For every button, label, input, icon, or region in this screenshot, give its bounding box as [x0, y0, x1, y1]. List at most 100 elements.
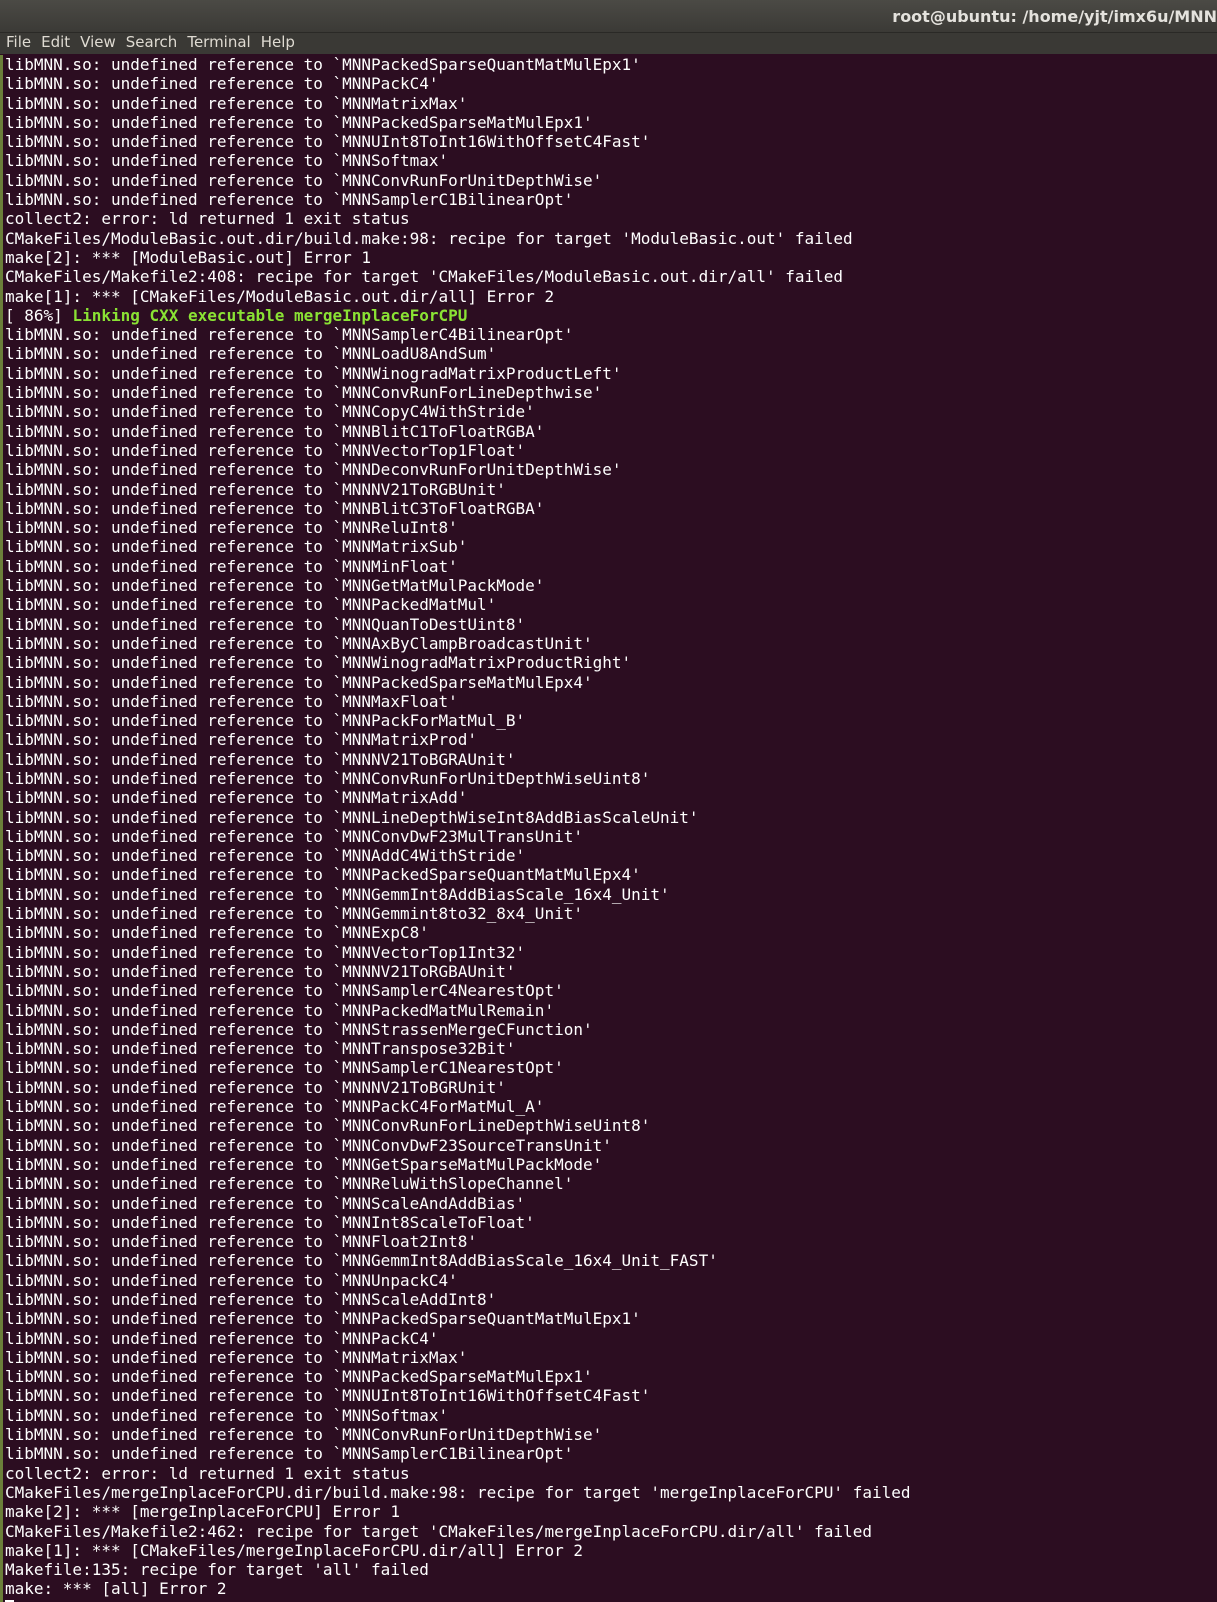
terminal-line-text: libMNN.so: undefined reference to `MNNPa…	[5, 865, 641, 885]
terminal-line: libMNN.so: undefined reference to `MNNDe…	[5, 460, 910, 479]
terminal-line: libMNN.so: undefined reference to `MNNNV…	[5, 1078, 910, 1097]
terminal-line-text: libMNN.so: undefined reference to `MNNRe…	[5, 518, 458, 538]
terminal-line-text: libMNN.so: undefined reference to `MNNPa…	[5, 1000, 555, 1020]
terminal-line-text: libMNN.so: undefined reference to `MNNUI…	[5, 1386, 651, 1406]
terminal-line-text: libMNN.so: undefined reference to `MNNNV…	[5, 479, 506, 499]
terminal-line-text: libMNN.so: undefined reference to `MNNGe…	[5, 1154, 603, 1174]
terminal-line: libMNN.so: undefined reference to `MNNSo…	[5, 151, 910, 170]
terminal-line-text: libMNN.so: undefined reference to `MNNPa…	[5, 112, 593, 132]
terminal-line-text: libMNN.so: undefined reference to `MNNMa…	[5, 537, 468, 557]
terminal-line-text: libMNN.so: undefined reference to `MNNMa…	[5, 788, 468, 808]
terminal-line-text: libMNN.so: undefined reference to `MNNNV…	[5, 749, 516, 769]
terminal-line-text: CMakeFiles/mergeInplaceForCPU.dir/build.…	[5, 1482, 911, 1502]
terminal-line: make[2]: *** [mergeInplaceForCPU] Error …	[5, 1502, 910, 1521]
terminal-line: libMNN.so: undefined reference to `MNNLo…	[5, 344, 910, 363]
terminal-line-text: libMNN.so: undefined reference to `MNNUI…	[5, 132, 651, 152]
menu-file[interactable]: File	[2, 33, 35, 54]
terminal-line: libMNN.so: undefined reference to `MNNMa…	[5, 730, 910, 749]
terminal-line-text: libMNN.so: undefined reference to `MNNFl…	[5, 1232, 478, 1252]
terminal-line: libMNN.so: undefined reference to `MNNAx…	[5, 634, 910, 653]
terminal-line-text: libMNN.so: undefined reference to `MNNLo…	[5, 344, 497, 364]
terminal-line: libMNN.so: undefined reference to `MNNSt…	[5, 1020, 910, 1039]
terminal-line: CMakeFiles/ModuleBasic.out.dir/build.mak…	[5, 229, 910, 248]
terminal-line: CMakeFiles/Makefile2:462: recipe for tar…	[5, 1522, 910, 1541]
terminal-line: libMNN.so: undefined reference to `MNNPa…	[5, 865, 910, 884]
terminal-line-text: libMNN.so: undefined reference to `MNNSo…	[5, 151, 449, 171]
terminal-line: libMNN.so: undefined reference to `MNNUn…	[5, 1271, 910, 1290]
terminal-line-text: libMNN.so: undefined reference to `MNNMa…	[5, 1347, 468, 1367]
terminal-line: libMNN.so: undefined reference to `MNNCo…	[5, 1116, 910, 1135]
terminal-line-text: libMNN.so: undefined reference to `MNNPa…	[5, 55, 641, 74]
menu-view[interactable]: View	[76, 33, 120, 54]
terminal-line-text: libMNN.so: undefined reference to `MNNAx…	[5, 633, 593, 653]
terminal-line: libMNN.so: undefined reference to `MNNCo…	[5, 383, 910, 402]
terminal-output: libMNN.so: undefined reference to `MNNPa…	[5, 55, 910, 1602]
terminal-line: libMNN.so: undefined reference to `MNNCo…	[5, 402, 910, 421]
terminal-window: root@ubuntu: /home/yjt/imx6u/MNN File Edi…	[0, 0, 1217, 1602]
terminal-line-text: libMNN.so: undefined reference to `MNNCo…	[5, 768, 651, 788]
terminal-line: libMNN.so: undefined reference to `MNNPa…	[5, 74, 910, 93]
terminal-line: libMNN.so: undefined reference to `MNNPa…	[5, 673, 910, 692]
terminal-line: make[2]: *** [ModuleBasic.out] Error 1	[5, 248, 910, 267]
terminal-line-text: make[1]: *** [CMakeFiles/mergeInplaceFor…	[5, 1540, 583, 1560]
terminal-line: libMNN.so: undefined reference to `MNNVe…	[5, 441, 910, 460]
terminal-line: libMNN.so: undefined reference to `MNNVe…	[5, 943, 910, 962]
terminal-line: libMNN.so: undefined reference to `MNNSc…	[5, 1194, 910, 1213]
terminal-line-text: make: *** [all] Error 2	[5, 1579, 227, 1599]
menu-terminal[interactable]: Terminal	[183, 33, 254, 54]
terminal-output-area[interactable]: libMNN.so: undefined reference to `MNNPa…	[0, 55, 1217, 1602]
terminal-line: libMNN.so: undefined reference to `MNNSc…	[5, 1290, 910, 1309]
terminal-line-text: libMNN.so: undefined reference to `MNNPa…	[5, 1367, 593, 1387]
terminal-line-text: libMNN.so: undefined reference to `MNNWi…	[5, 363, 622, 383]
terminal-line: libMNN.so: undefined reference to `MNNWi…	[5, 653, 910, 672]
terminal-line: libMNN.so: undefined reference to `MNNSa…	[5, 1058, 910, 1077]
terminal-line-text: libMNN.so: undefined reference to `MNNSc…	[5, 1193, 526, 1213]
terminal-line-text: libMNN.so: undefined reference to `MNNMi…	[5, 556, 458, 576]
terminal-line: libMNN.so: undefined reference to `MNNCo…	[5, 769, 910, 788]
terminal-line-text: libMNN.so: undefined reference to `MNNSa…	[5, 190, 574, 210]
menu-bar: File Edit View Search Terminal Help	[0, 33, 1217, 54]
terminal-line: CMakeFiles/Makefile2:408: recipe for tar…	[5, 267, 910, 286]
terminal-line-text: libMNN.so: undefined reference to `MNNSa…	[5, 1444, 574, 1464]
terminal-line-text: libMNN.so: undefined reference to `MNNMa…	[5, 93, 468, 113]
terminal-line: [ 86%] Linking CXX executable mergeInpla…	[5, 306, 910, 325]
menu-edit[interactable]: Edit	[37, 33, 74, 54]
terminal-line-text: libMNN.so: undefined reference to `MNNGe…	[5, 576, 545, 596]
terminal-line-text: libMNN.so: undefined reference to `MNNEx…	[5, 923, 429, 943]
terminal-line: libMNN.so: undefined reference to `MNNNV…	[5, 480, 910, 499]
terminal-line-text: libMNN.so: undefined reference to `MNNVe…	[5, 942, 526, 962]
terminal-line-text: libMNN.so: undefined reference to `MNNPa…	[5, 74, 439, 94]
terminal-line: libMNN.so: undefined reference to `MNNMa…	[5, 788, 910, 807]
terminal-line-text: libMNN.so: undefined reference to `MNNMa…	[5, 691, 458, 711]
terminal-line-text: libMNN.so: undefined reference to `MNNRe…	[5, 1174, 574, 1194]
terminal-line-text: libMNN.so: undefined reference to `MNNQu…	[5, 614, 526, 634]
terminal-line: libMNN.so: undefined reference to `MNNGe…	[5, 885, 910, 904]
terminal-line: libMNN.so: undefined reference to `MNNFl…	[5, 1232, 910, 1251]
terminal-line: libMNN.so: undefined reference to `MNNGe…	[5, 1155, 910, 1174]
terminal-line: libMNN.so: undefined reference to `MNNPa…	[5, 1329, 910, 1348]
terminal-line: libMNN.so: undefined reference to `MNNGe…	[5, 904, 910, 923]
terminal-line: make[1]: *** [CMakeFiles/mergeInplaceFor…	[5, 1541, 910, 1560]
terminal-line: libMNN.so: undefined reference to `MNNAd…	[5, 846, 910, 865]
terminal-line-text: Makefile:135: recipe for target 'all' fa…	[5, 1560, 429, 1580]
terminal-line-text: libMNN.so: undefined reference to `MNNSt…	[5, 1019, 593, 1039]
terminal-line-text: libMNN.so: undefined reference to `MNNNV…	[5, 961, 516, 981]
menu-help[interactable]: Help	[257, 33, 299, 54]
terminal-line: libMNN.so: undefined reference to `MNNUI…	[5, 132, 910, 151]
terminal-line-text: libMNN.so: undefined reference to `MNNPa…	[5, 672, 593, 692]
terminal-line: libMNN.so: undefined reference to `MNNSa…	[5, 190, 910, 209]
terminal-line: libMNN.so: undefined reference to `MNNCo…	[5, 827, 910, 846]
terminal-line-text: libMNN.so: undefined reference to `MNNBl…	[5, 498, 545, 518]
terminal-line-text: make[2]: *** [mergeInplaceForCPU] Error …	[5, 1502, 400, 1522]
terminal-line-text: libMNN.so: undefined reference to `MNNCo…	[5, 1135, 612, 1155]
terminal-line: libMNN.so: undefined reference to `MNNCo…	[5, 171, 910, 190]
terminal-line: make[1]: *** [CMakeFiles/ModuleBasic.out…	[5, 287, 910, 306]
terminal-line-text: libMNN.so: undefined reference to `MNNMa…	[5, 730, 478, 750]
menu-search[interactable]: Search	[122, 33, 182, 54]
terminal-line: libMNN.so: undefined reference to `MNNNV…	[5, 750, 910, 769]
terminal-line: libMNN.so: undefined reference to `MNNRe…	[5, 1174, 910, 1193]
terminal-line: libMNN.so: undefined reference to `MNNTr…	[5, 1039, 910, 1058]
terminal-line-text: libMNN.so: undefined reference to `MNNIn…	[5, 1212, 535, 1232]
terminal-line: libMNN.so: undefined reference to `MNNMa…	[5, 1348, 910, 1367]
terminal-line-text: libMNN.so: undefined reference to `MNNGe…	[5, 904, 583, 924]
